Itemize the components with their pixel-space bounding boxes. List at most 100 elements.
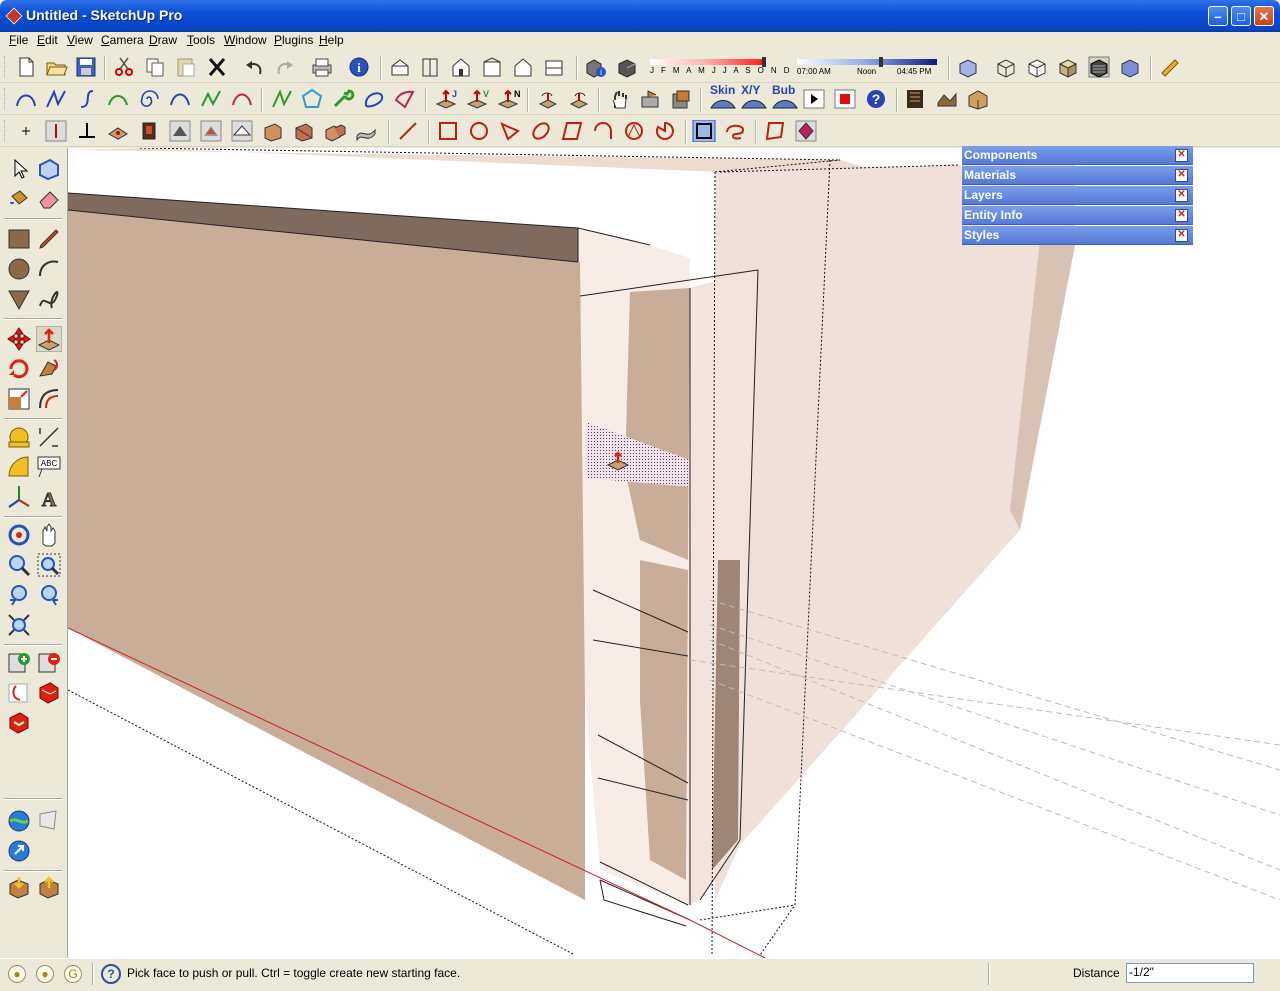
undo-push-pull-icon[interactable]	[536, 88, 560, 110]
polygon-tool-icon[interactable]	[6, 286, 32, 312]
wrench-icon[interactable]	[331, 88, 355, 110]
google-earth-export-icon[interactable]	[6, 838, 32, 864]
parallelogram-icon[interactable]	[560, 120, 584, 142]
new-file-icon[interactable]	[14, 56, 38, 78]
arc-icon[interactable]	[591, 120, 615, 142]
face-point-icon[interactable]	[106, 120, 130, 142]
user-account-icon[interactable]: G	[64, 965, 82, 983]
follow-me-tool-icon[interactable]	[168, 120, 192, 142]
maximize-button[interactable]: □	[1231, 6, 1251, 26]
protractor-icon[interactable]	[6, 454, 32, 480]
right-view-icon[interactable]	[480, 56, 504, 78]
xray-icon[interactable]	[956, 56, 980, 78]
zoom-window-icon[interactable]	[36, 552, 62, 578]
erase-delete-icon[interactable]	[205, 56, 229, 78]
sandbox-drape-icon[interactable]	[966, 88, 990, 110]
axis-line-icon[interactable]	[44, 120, 68, 142]
tray-components[interactable]: Components ✕	[962, 146, 1193, 165]
curve-pointed-icon[interactable]	[393, 88, 417, 110]
bub-tool-button[interactable]: Bub	[771, 83, 799, 114]
joint-push-pull-icon[interactable]: J	[434, 88, 458, 110]
previous-view-icon[interactable]	[6, 582, 32, 608]
select-arrow-icon[interactable]	[6, 156, 32, 182]
box-face-icon[interactable]	[261, 120, 285, 142]
vector-push-pull-icon[interactable]: V	[465, 88, 489, 110]
axes-icon[interactable]	[6, 484, 32, 510]
shaded-icon[interactable]	[1056, 56, 1080, 78]
iso-view-icon[interactable]	[388, 56, 412, 78]
credits-icon[interactable]: ●	[36, 965, 54, 983]
share-model-icon[interactable]	[36, 680, 62, 706]
geo-location-icon[interactable]: ●	[8, 965, 26, 983]
select-hand-icon[interactable]	[607, 88, 631, 110]
menu-help[interactable]: Help	[319, 33, 344, 47]
display-shadows-icon[interactable]	[615, 56, 639, 78]
close-icon[interactable]: ✕	[1175, 169, 1188, 182]
curve-s-icon[interactable]	[75, 88, 99, 110]
menu-edit[interactable]: Edit	[37, 33, 58, 47]
close-icon[interactable]: ✕	[1175, 209, 1188, 222]
arc-tool-icon[interactable]	[36, 256, 62, 282]
extrude-lines-icon[interactable]	[230, 120, 254, 142]
curve-arc-2-icon[interactable]	[168, 88, 192, 110]
diamond-fill-icon[interactable]	[794, 120, 818, 142]
get-models-icon[interactable]	[6, 710, 32, 736]
offset-icon[interactable]	[36, 386, 62, 412]
make-component-icon[interactable]	[36, 156, 62, 182]
rectangle-icon[interactable]	[6, 226, 32, 252]
curve-zigzag-icon[interactable]	[44, 88, 68, 110]
crosshair-icon[interactable]	[14, 120, 38, 142]
tray-materials[interactable]: Materials ✕	[962, 166, 1193, 185]
zoom-icon[interactable]	[6, 552, 32, 578]
vertical-line-icon[interactable]	[75, 120, 99, 142]
measurements-input[interactable]: -1/2"	[1126, 963, 1254, 983]
menu-camera[interactable]: Camera	[101, 33, 144, 47]
box-diagonal-icon[interactable]	[292, 120, 316, 142]
stack-paint-icon[interactable]	[638, 88, 662, 110]
3d-text-icon[interactable]: A	[36, 484, 62, 511]
orbit-icon[interactable]	[6, 522, 32, 548]
pie-icon[interactable]	[653, 120, 677, 142]
close-icon[interactable]: ✕	[1175, 229, 1188, 242]
next-view-icon[interactable]	[36, 582, 62, 608]
scale-icon[interactable]	[6, 386, 32, 412]
save-icon[interactable]	[74, 56, 98, 78]
shadow-time-slider[interactable]: 07:00 AM Noon 04:45 PM	[797, 57, 942, 77]
measure-tape-icon[interactable]	[1158, 56, 1182, 78]
print-icon[interactable]	[310, 56, 334, 78]
curve-hump-icon[interactable]	[106, 88, 130, 110]
cut-icon[interactable]	[112, 56, 136, 78]
undo-icon[interactable]	[242, 56, 266, 78]
curve-arc-red-icon[interactable]	[230, 88, 254, 110]
back-view-icon[interactable]	[511, 56, 535, 78]
freehand-blob-icon[interactable]	[723, 120, 747, 142]
monochrome-icon[interactable]	[1118, 56, 1142, 78]
move-icon[interactable]	[6, 326, 32, 352]
pin-paper-icon[interactable]	[36, 808, 62, 834]
tray-layers[interactable]: Layers ✕	[962, 186, 1193, 205]
sandbox-scratch-icon[interactable]	[935, 88, 959, 110]
xy-tool-button[interactable]: X/Y	[740, 83, 768, 114]
add-location-icon[interactable]	[6, 650, 32, 676]
normal-push-pull-icon[interactable]: N	[496, 88, 520, 110]
google-earth-icon[interactable]	[6, 808, 32, 834]
open-folder-icon[interactable]	[44, 56, 68, 78]
tape-measure-icon[interactable]	[6, 424, 32, 450]
square-icon[interactable]	[436, 120, 460, 142]
skin-tool-button[interactable]: Skin	[709, 83, 737, 114]
polygon-circle-icon[interactable]	[622, 120, 646, 142]
circle-tool-icon[interactable]	[6, 256, 32, 282]
shape-polygon-icon[interactable]	[763, 120, 787, 142]
zoom-extents-icon[interactable]	[6, 612, 32, 638]
polygon-icon[interactable]	[300, 88, 324, 110]
menu-view[interactable]: View	[67, 33, 93, 47]
close-icon[interactable]: ✕	[1175, 149, 1188, 162]
redo-icon[interactable]	[273, 56, 297, 78]
download-component-icon[interactable]	[6, 874, 32, 900]
tray-styles[interactable]: Styles ✕	[962, 226, 1193, 245]
left-view-icon[interactable]	[542, 56, 566, 78]
paste-icon[interactable]	[174, 56, 198, 78]
extrude-face-icon[interactable]	[199, 120, 223, 142]
ribbon-icon[interactable]	[354, 120, 378, 142]
eraser-icon[interactable]	[36, 186, 62, 212]
